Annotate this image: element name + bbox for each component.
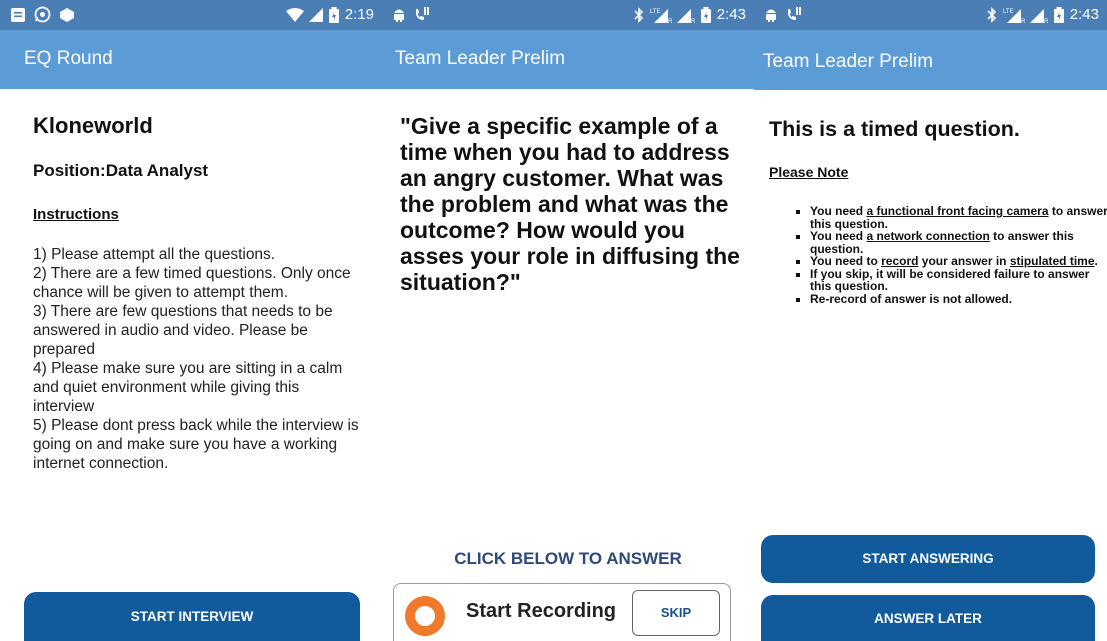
- answer-prompt: CLICK BELOW TO ANSWER: [454, 549, 682, 568]
- note-emphasis: a functional front facing camera: [866, 204, 1049, 218]
- start-answering-button[interactable]: START ANSWERING: [761, 535, 1095, 583]
- app-bar: Team Leader Prelim: [382, 30, 754, 89]
- svg-text:R: R: [691, 19, 695, 23]
- status-bar: 2:19: [0, 0, 382, 30]
- app-bar-title: Team Leader Prelim: [395, 48, 566, 69]
- instructions-list: 1) Please attempt all the questions. 2) …: [33, 245, 363, 473]
- battery-icon: [328, 7, 340, 23]
- company-name: Kloneworld: [33, 113, 153, 138]
- instruction-item: 4) Please make sure you are sitting in a…: [33, 360, 343, 415]
- start-recording-label[interactable]: Start Recording: [466, 600, 616, 623]
- start-interview-button[interactable]: START INTERVIEW: [24, 592, 360, 641]
- skip-button[interactable]: SKIP: [632, 590, 720, 636]
- record-control-bar: Start Recording SKIP: [393, 583, 731, 641]
- note-item: Re-record of answer is not allowed.: [810, 292, 1107, 306]
- timed-question-title: This is a timed question.: [769, 117, 1020, 141]
- svg-text:LTE: LTE: [1003, 9, 1014, 15]
- lte-signal-icon: LTE R: [650, 7, 673, 25]
- instruction-item: 5) Please dont press back while the inte…: [33, 417, 359, 472]
- bluetooth-icon: [633, 7, 645, 23]
- status-time: 2:43: [1069, 6, 1099, 23]
- lte-signal-icon: LTE R: [1003, 7, 1026, 25]
- note-item: If you skip, it will be considered failu…: [810, 267, 1107, 293]
- instruction-item: 1) Please attempt all the questions.: [33, 246, 276, 263]
- please-note-heading: Please Note: [769, 164, 849, 180]
- whatsapp-icon: [34, 6, 51, 23]
- note-text: You need to: [810, 254, 882, 268]
- instruction-item: 3) There are few questions that needs to…: [33, 303, 333, 358]
- status-time: 2:43: [716, 6, 746, 23]
- note-emphasis: a network connection: [866, 229, 990, 243]
- phone-screen-question: LTE R R 2:43 Team Leader Prelim "Give a s…: [382, 0, 754, 641]
- status-bar: LTE R R 2:43: [754, 0, 1107, 30]
- note-text: your answer in: [918, 254, 1010, 268]
- dot-icon: [59, 7, 75, 23]
- battery-icon: [1053, 7, 1065, 23]
- app-bar-title: Team Leader Prelim: [763, 51, 934, 72]
- svg-text:LTE: LTE: [650, 9, 661, 15]
- signal-icon: R: [676, 7, 696, 25]
- bluetooth-icon: [986, 7, 998, 23]
- record-icon[interactable]: [405, 596, 445, 636]
- note-item: You need a network connection to answer …: [810, 230, 1107, 255]
- battery-icon: [700, 7, 712, 23]
- android-icon: [392, 6, 406, 22]
- app-bar: Team Leader Prelim: [754, 30, 1107, 90]
- status-time: 2:19: [344, 6, 374, 23]
- note-item: You need a functional front facing camer…: [810, 205, 1107, 230]
- position-label: Position:Data Analyst: [33, 161, 209, 180]
- phone-screen-eq-round: 2:19 EQ Round Kloneworld Position:Data A…: [0, 0, 382, 641]
- app-bar-title: EQ Round: [24, 48, 113, 69]
- notes-list: You need a functional front facing camer…: [794, 205, 1107, 305]
- signal-icon: [308, 8, 323, 22]
- screenshot-collage: 2:19 EQ Round Kloneworld Position:Data A…: [0, 0, 1107, 641]
- missed-call-icon: [786, 6, 802, 22]
- svg-text:R: R: [668, 19, 672, 23]
- instructions-heading: Instructions: [33, 206, 119, 223]
- answer-later-button[interactable]: ANSWER LATER: [761, 595, 1095, 641]
- phone-screen-timed-notice: LTE R R 2:43 Team Leader Prelim This is a…: [754, 0, 1107, 641]
- question-text: "Give a specific example of a time when …: [400, 113, 740, 295]
- notification-icon: [10, 7, 26, 23]
- android-icon: [764, 6, 778, 22]
- svg-text:R: R: [1021, 19, 1025, 23]
- note-emphasis: record: [881, 254, 919, 268]
- wifi-icon: [285, 7, 304, 23]
- status-bar: LTE R R 2:43: [382, 0, 754, 30]
- app-bar: EQ Round: [0, 30, 382, 89]
- note-item: You need to record your answer in stipul…: [810, 255, 1107, 268]
- instruction-item: 2) There are a few timed questions. Only…: [33, 265, 351, 301]
- signal-icon: R: [1029, 7, 1049, 25]
- note-text: .: [1094, 254, 1098, 268]
- note-emphasis: stipulated time: [1009, 254, 1095, 268]
- svg-text:R: R: [1044, 19, 1048, 23]
- missed-call-icon: [414, 6, 430, 22]
